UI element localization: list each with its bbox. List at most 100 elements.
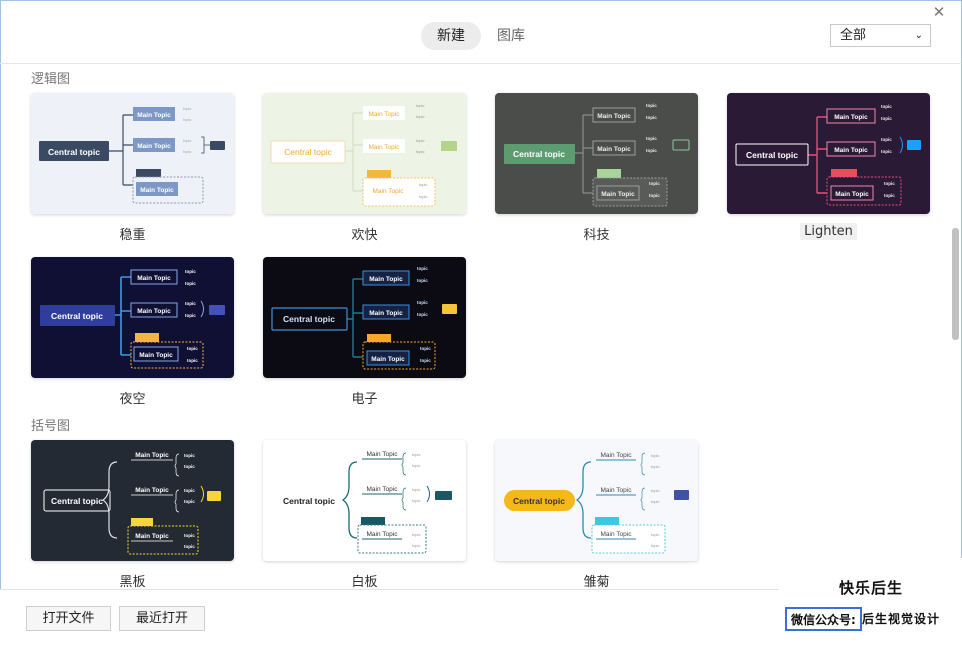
- header: 新建 图库 全部 ⌄ ✕: [0, 0, 962, 64]
- template-label: 电子: [351, 392, 378, 407]
- svg-text:topic: topic: [420, 358, 431, 363]
- svg-text:Central topic: Central topic: [51, 311, 103, 321]
- svg-text:topic: topic: [412, 463, 420, 468]
- svg-text:Main Topic: Main Topic: [834, 114, 868, 121]
- svg-text:topic: topic: [419, 194, 427, 199]
- template-card-lighten[interactable]: Central topic Main Topic Main Topic Main…: [727, 93, 930, 214]
- svg-text:Main Topic: Main Topic: [373, 188, 405, 195]
- svg-text:topic: topic: [185, 301, 196, 306]
- svg-text:topic: topic: [881, 137, 892, 142]
- svg-text:topic: topic: [184, 544, 195, 549]
- svg-text:Main Topic: Main Topic: [601, 452, 633, 459]
- svg-text:topic: topic: [412, 498, 420, 503]
- svg-text:Central topic: Central topic: [51, 496, 103, 506]
- scrollbar-thumb[interactable]: [952, 228, 959, 340]
- template-thumbnail: Central topic Main Topic Main Topic Main…: [31, 257, 234, 378]
- svg-text:Main Topic: Main Topic: [135, 487, 169, 494]
- watermark-text: 后生视觉设计: [862, 612, 941, 626]
- template-thumbnail: Central topic Main Topic Main Topic Main…: [263, 440, 466, 561]
- section-title-bracket: 括号图: [31, 419, 71, 434]
- tab-new[interactable]: 新建: [421, 22, 481, 50]
- template-thumbnail: Central topic Main Topic Main Topic Main…: [495, 93, 698, 214]
- svg-text:Central topic: Central topic: [513, 149, 565, 159]
- template-card-tech[interactable]: Central topic Main Topic Main Topic Main…: [495, 93, 698, 214]
- svg-text:Main Topic: Main Topic: [601, 531, 633, 538]
- svg-text:topic: topic: [184, 453, 195, 458]
- svg-text:topic: topic: [417, 312, 428, 317]
- svg-text:Main Topic: Main Topic: [597, 146, 631, 153]
- watermark-panel: [779, 558, 962, 648]
- template-thumbnail: Central topic Main Topic Main Topic Main…: [727, 93, 930, 214]
- template-thumbnail: Central topic Main Topic Main Topic Main…: [31, 440, 234, 561]
- tab-library[interactable]: 图库: [486, 22, 536, 50]
- svg-text:Main Topic: Main Topic: [139, 352, 173, 359]
- svg-text:topic: topic: [412, 532, 420, 537]
- svg-text:topic: topic: [187, 358, 198, 363]
- template-card-blackboard[interactable]: Central topic Main Topic Main Topic Main…: [31, 440, 234, 561]
- svg-text:topic: topic: [881, 104, 892, 109]
- template-card-daisy[interactable]: Central topic Main Topic Main Topic Main…: [495, 440, 698, 561]
- svg-text:topic: topic: [420, 346, 431, 351]
- svg-text:topic: topic: [183, 106, 191, 111]
- svg-text:Main Topic: Main Topic: [369, 111, 401, 118]
- svg-text:Main Topic: Main Topic: [601, 487, 633, 494]
- svg-text:Main Topic: Main Topic: [367, 451, 399, 458]
- svg-text:Main Topic: Main Topic: [369, 276, 403, 283]
- chevron-down-icon: ⌄: [914, 30, 923, 41]
- template-label: 科技: [583, 228, 610, 243]
- svg-text:topic: topic: [881, 149, 892, 154]
- template-card-electronic[interactable]: Central topic Main Topic Main Topic Main…: [263, 257, 466, 378]
- template-label: Lighten: [727, 223, 930, 240]
- svg-text:Main Topic: Main Topic: [137, 275, 171, 282]
- section-title-logic: 逻辑图: [31, 72, 71, 87]
- svg-text:Main Topic: Main Topic: [137, 143, 171, 150]
- svg-text:topic: topic: [884, 181, 895, 186]
- svg-text:topic: topic: [185, 313, 196, 318]
- svg-text:Central topic: Central topic: [283, 314, 335, 324]
- svg-text:topic: topic: [416, 138, 424, 143]
- template-thumbnail: Central topic Main Topic Main Topic Main…: [31, 93, 234, 214]
- svg-text:topic: topic: [412, 487, 420, 492]
- svg-text:topic: topic: [183, 117, 191, 122]
- svg-text:Main Topic: Main Topic: [597, 113, 631, 120]
- template-card-night-sky[interactable]: Central topic Main Topic Main Topic Main…: [31, 257, 234, 378]
- svg-text:topic: topic: [651, 543, 659, 548]
- svg-text:topic: topic: [183, 149, 191, 154]
- svg-text:topic: topic: [646, 103, 657, 108]
- watermark-tag: 微信公众号:: [785, 607, 862, 631]
- svg-text:Central topic: Central topic: [283, 496, 335, 506]
- template-label: 稳重: [119, 228, 146, 243]
- svg-text:Central topic: Central topic: [48, 147, 100, 157]
- svg-text:topic: topic: [187, 346, 198, 351]
- svg-text:topic: topic: [649, 193, 660, 198]
- svg-text:topic: topic: [185, 281, 196, 286]
- svg-text:topic: topic: [884, 193, 895, 198]
- svg-text:topic: topic: [184, 499, 195, 504]
- svg-text:Main Topic: Main Topic: [367, 531, 399, 538]
- template-label: 雏菊: [583, 575, 610, 590]
- category-filter-value: 全部: [840, 28, 867, 43]
- svg-text:topic: topic: [416, 149, 424, 154]
- svg-text:topic: topic: [184, 488, 195, 493]
- svg-text:topic: topic: [417, 266, 428, 271]
- svg-text:topic: topic: [651, 453, 659, 458]
- svg-text:topic: topic: [651, 464, 659, 469]
- svg-text:topic: topic: [184, 533, 195, 538]
- template-thumbnail: Central topic Main Topic Main Topic Main…: [263, 93, 466, 214]
- open-file-button[interactable]: 打开文件: [26, 606, 111, 631]
- template-card-happy[interactable]: Central topic Main Topic Main Topic Main…: [263, 93, 466, 214]
- category-filter-select[interactable]: 全部 ⌄: [830, 24, 931, 47]
- template-card-steady[interactable]: Central topic Main Topic Main Topic Main…: [31, 93, 234, 214]
- svg-text:topic: topic: [416, 103, 424, 108]
- svg-text:Main Topic: Main Topic: [601, 191, 635, 198]
- close-icon[interactable]: ✕: [930, 3, 948, 21]
- template-card-whiteboard[interactable]: Central topic Main Topic Main Topic Main…: [263, 440, 466, 561]
- template-thumbnail: Central topic Main Topic Main Topic Main…: [263, 257, 466, 378]
- svg-text:topic: topic: [651, 532, 659, 537]
- svg-text:topic: topic: [646, 148, 657, 153]
- template-label: 夜空: [119, 392, 146, 407]
- svg-text:topic: topic: [651, 488, 659, 493]
- svg-text:topic: topic: [646, 136, 657, 141]
- recent-files-button[interactable]: 最近打开: [119, 606, 205, 631]
- template-label: 黑板: [119, 575, 146, 590]
